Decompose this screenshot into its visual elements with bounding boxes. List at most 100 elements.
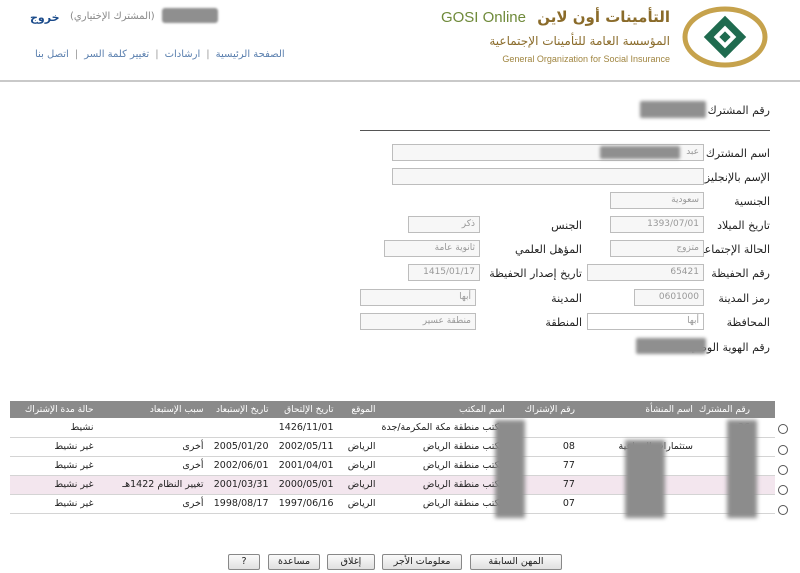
cell-exclusion-reason: أخرى	[96, 494, 207, 514]
nav-contact-link[interactable]: اتصل بنا	[35, 49, 69, 60]
select-col-header	[753, 401, 775, 418]
close-button[interactable]: إغلاق	[327, 554, 375, 570]
nav-change-password-link[interactable]: تغيير كلمة السر	[84, 49, 149, 60]
page-header: GOSI Online التأمينات أون لاين المؤسسة ا…	[0, 0, 800, 80]
help-button[interactable]: مساعدة	[268, 554, 320, 570]
birth-date-label: تاريخ الميلاد	[717, 219, 770, 232]
mouse-cursor-icon	[711, 314, 723, 326]
cell-establishment	[577, 418, 696, 438]
cell-status: غير نشيط	[10, 437, 97, 457]
brand-ar: التأمينات أون لاين	[537, 8, 670, 26]
gender-field[interactable]: ذكر	[408, 216, 480, 233]
org-name-ar: المؤسسة العامة للتأمينات الإجتماعية	[489, 34, 670, 48]
subscription-number-column-redacted	[495, 420, 525, 518]
cell-status: غير نشيط	[10, 494, 97, 514]
col-header-exclusion-reason: سبب الإستبعاد	[96, 401, 207, 418]
cell-status: غير نشيط	[10, 456, 97, 476]
city-field[interactable]: أبها	[360, 289, 476, 306]
education-field[interactable]: ثانوية عامة	[384, 240, 480, 257]
row-radio-button[interactable]	[778, 465, 788, 475]
col-header-establishment: اسم المنشأة	[577, 401, 696, 418]
table-row[interactable]: 36 مكتب منطقة مكة المكرمة/جدة 1426/11/01…	[10, 418, 775, 438]
row-radio-button[interactable]	[778, 424, 788, 434]
cell-exclusion-date: 1998/08/17	[206, 494, 272, 514]
city-label: المدينة	[551, 292, 582, 305]
subscriber-number-column-redacted	[727, 420, 757, 518]
cell-exclusion-date: 2001/03/31	[206, 475, 272, 495]
nationality-field[interactable]: سعودية	[610, 192, 704, 209]
col-header-exclusion-date: تاريخ الإستبعاد	[206, 401, 272, 418]
civil-issue-date-field[interactable]: 1415/01/17	[408, 264, 480, 281]
subscriber-name-label: اسم المشترك	[705, 147, 770, 160]
civil-reg-label: رقم الحفيظة	[711, 267, 770, 280]
logout-link[interactable]: خروج	[30, 11, 60, 24]
english-name-field[interactable]	[392, 168, 704, 185]
brand-en: GOSI Online	[440, 9, 526, 26]
cell-location: الرياض	[336, 437, 379, 457]
governorate-select[interactable]: أبها	[587, 313, 704, 330]
user-name-redacted	[162, 8, 218, 23]
nav-separator: |	[206, 49, 210, 60]
cell-location: الرياض	[336, 494, 379, 514]
cell-location: الرياض	[336, 456, 379, 476]
previous-jobs-button[interactable]: المهن السابقة	[470, 554, 562, 570]
civil-reg-field[interactable]: 65421	[587, 264, 704, 281]
cell-office: مكتب منطقة الرياض	[378, 494, 508, 514]
city-code-label: رمز المدينة	[718, 292, 770, 305]
cell-join-date: 2002/05/11	[271, 437, 337, 457]
col-header-subscription-number: رقم الإشتراك	[507, 401, 578, 418]
cell-office: مكتب منطقة الرياض	[378, 475, 508, 495]
civil-issue-date-label: تاريخ إصدار الحفيظة	[489, 267, 582, 280]
cell-exclusion-reason: أخرى	[96, 456, 207, 476]
nav-links: الصفحة الرئيسية | ارشادات | تغيير كلمة السر |…	[35, 49, 285, 60]
cell-exclusion-reason	[96, 418, 207, 438]
subscriber-number-redacted	[640, 101, 706, 118]
nav-home-link[interactable]: الصفحة الرئيسية	[216, 49, 285, 60]
birth-date-field[interactable]: 1393/07/01	[610, 216, 704, 233]
cell-join-date: 2001/04/01	[271, 456, 337, 476]
nav-guidance-link[interactable]: ارشادات	[165, 49, 201, 60]
subscriber-number-label: رقم المشترك	[707, 104, 770, 117]
cell-exclusion-date: 2005/01/20	[206, 437, 272, 457]
row-radio-button[interactable]	[778, 445, 788, 455]
header-divider	[0, 80, 800, 82]
cell-status: نشيط	[10, 418, 97, 438]
user-type-label: (المشترك الإختياري)	[70, 11, 155, 22]
org-name-en: General Organization for Social Insuranc…	[502, 54, 670, 64]
region-label: المنطقة	[545, 316, 582, 329]
cell-join-date: 1997/06/16	[271, 494, 337, 514]
col-header-status: حالة مدة الإشتراك	[10, 401, 97, 418]
region-field[interactable]: منطقة عسير	[360, 313, 476, 330]
cell-office: مكتب منطقة الرياض	[378, 456, 508, 476]
table-header-row: رقم المشترك اسم المنشأة رقم الإشتراك اسم…	[10, 401, 775, 418]
cell-status: غير نشيط	[10, 475, 97, 495]
cell-location: الرياض	[336, 475, 379, 495]
col-header-subscriber-number: رقم المشترك	[695, 401, 753, 418]
marital-status-label: الحالة الإجتماعية	[695, 243, 770, 256]
row-radio-button[interactable]	[778, 505, 788, 515]
cell-location	[336, 418, 379, 438]
section-divider	[360, 130, 770, 131]
cell-exclusion-date: 2002/06/01	[206, 456, 272, 476]
brand-title: GOSI Online التأمينات أون لاين	[441, 8, 670, 26]
gender-label: الجنس	[551, 219, 582, 232]
nav-separator: |	[155, 49, 159, 60]
subscriber-name-redacted	[600, 146, 680, 159]
cell-exclusion-reason: أخرى	[96, 437, 207, 457]
col-header-location: الموقع	[336, 401, 379, 418]
wage-info-button[interactable]: معلومات الأجر	[382, 554, 462, 570]
row-radio-button[interactable]	[778, 485, 788, 495]
governorate-label: المحافظة	[726, 316, 770, 329]
nationality-label: الجنسية	[734, 195, 770, 208]
gosi-logo-icon	[682, 6, 768, 68]
question-button[interactable]: ?	[228, 554, 260, 570]
cell-exclusion-reason: تغيير النظام 1422هـ	[96, 475, 207, 495]
cell-office: مكتب منطقة الرياض	[378, 437, 508, 457]
english-name-label: الإسم بالإنجليزي	[696, 171, 770, 184]
marital-status-field[interactable]: متزوج	[610, 240, 704, 257]
nav-separator: |	[74, 49, 79, 60]
cell-join-date: 1426/11/01	[271, 418, 337, 438]
col-header-join-date: تاريخ الإلتحاق	[271, 401, 337, 418]
city-code-field[interactable]: 0601000	[634, 289, 704, 306]
cell-office: مكتب منطقة مكة المكرمة/جدة	[378, 418, 508, 438]
